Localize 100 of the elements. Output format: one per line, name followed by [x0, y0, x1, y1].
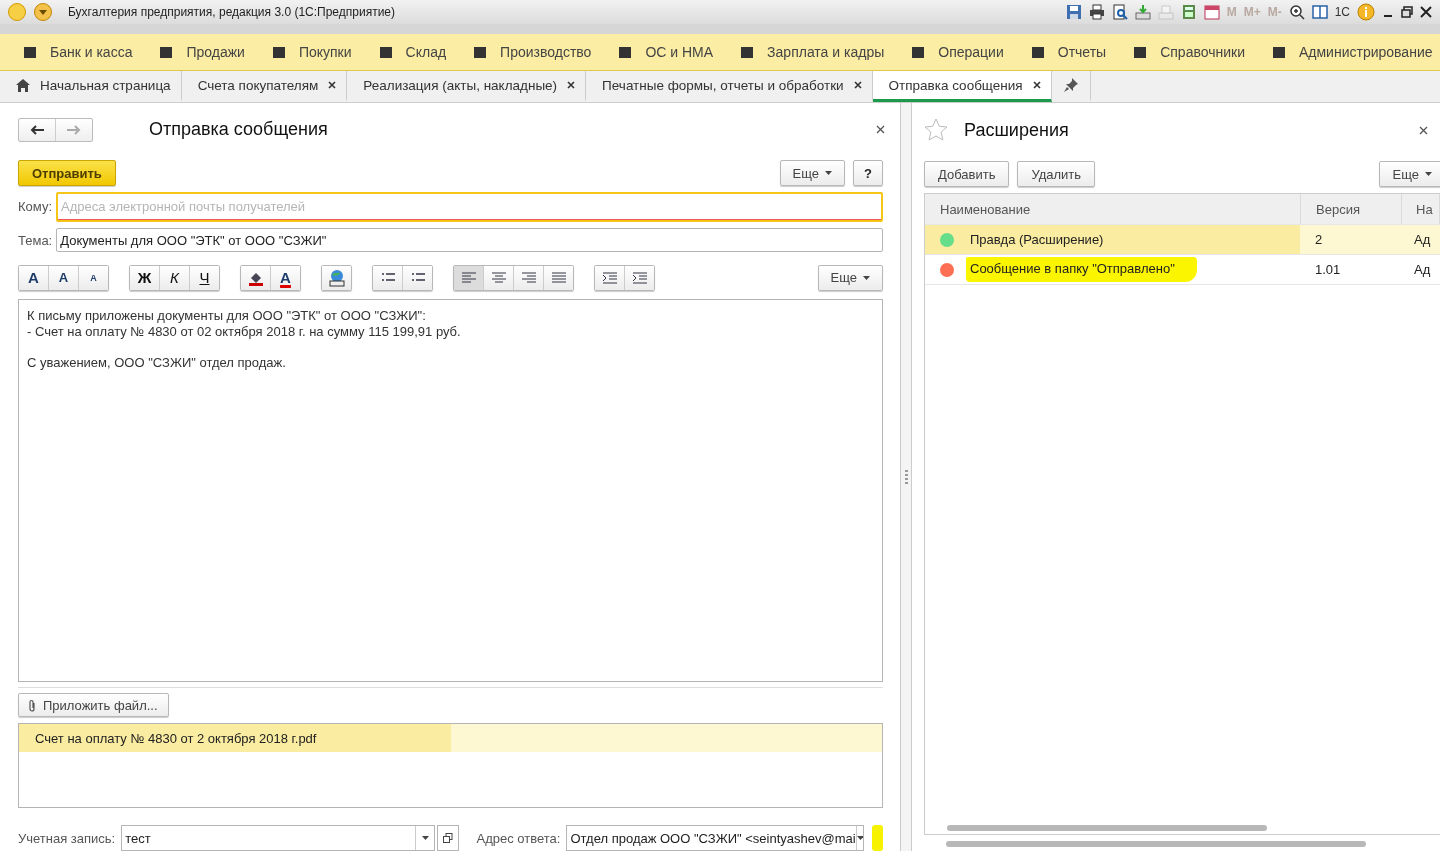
help-button[interactable]: ?	[853, 160, 883, 187]
table-cell-text: 1.01	[1314, 261, 1342, 279]
section-icon[interactable]	[270, 44, 287, 60]
section-link[interactable]: Покупки	[298, 44, 352, 60]
caret-icon	[39, 9, 47, 15]
format-button[interactable]	[241, 265, 271, 290]
window-title: Бухгалтерия предприятия, редакция 3.0 (1С:Предприятие)	[68, 5, 396, 19]
message-text: С уважением, ООО "СЗЖИ" отдел продаж.	[27, 354, 287, 371]
table-row[interactable]: Сообщение в папку "Отправлено" 1.01 Ад	[925, 255, 1440, 285]
section-link[interactable]: Банк и касса	[50, 44, 133, 60]
add-button[interactable]: Добавить	[924, 161, 1010, 187]
column-header[interactable]: Наименование	[925, 194, 1301, 224]
reply-address-field[interactable]: Отдел продаж ООО "СЗЖИ" <seintyashev@mai	[566, 825, 864, 851]
section-icon[interactable]	[910, 44, 927, 60]
tab[interactable]: Счета покупателям	[181, 71, 348, 102]
section-link[interactable]: Отчеты	[1057, 44, 1107, 60]
column-header[interactable]: На	[1402, 194, 1440, 224]
table-cell: Сообщение в папку "Отправлено"	[966, 257, 1197, 282]
print-icon[interactable]	[1088, 4, 1105, 20]
close-icon[interactable]	[853, 81, 862, 89]
tab[interactable]: Печатные формы, отчеты и обработки	[586, 71, 873, 102]
more-button[interactable]: Еще	[1378, 161, 1440, 187]
format-button[interactable]: A	[271, 265, 300, 290]
caret-icon	[1425, 172, 1432, 176]
splitter-handle[interactable]	[904, 470, 908, 484]
recipients-field[interactable]: Адреса электронной почты получателей	[56, 191, 883, 222]
restore-icon[interactable]	[1401, 6, 1413, 18]
save-icon[interactable]	[1065, 4, 1082, 20]
section-link[interactable]: Склад	[405, 44, 447, 60]
tab[interactable]: Отправка сообщения	[872, 71, 1052, 102]
panel-title: Расширения	[964, 119, 1069, 141]
caret-icon	[856, 836, 863, 840]
format-button[interactable]: Ж	[130, 265, 160, 290]
zoom-icon[interactable]	[1288, 4, 1305, 20]
section-icon[interactable]	[377, 44, 394, 60]
main-menu-button[interactable]	[34, 3, 52, 21]
info-icon[interactable]	[1357, 3, 1375, 21]
format-button[interactable]: A	[49, 265, 79, 290]
format-button[interactable]	[403, 265, 432, 290]
table-cell: 2	[1300, 225, 1400, 254]
pin-icon[interactable]	[1063, 78, 1078, 92]
section-link[interactable]: ОС и НМА	[645, 44, 714, 60]
star-icon[interactable]	[924, 118, 948, 142]
calendar-icon[interactable]	[1203, 4, 1220, 20]
table-cell: Ад	[1400, 225, 1440, 254]
close-icon[interactable]	[1420, 6, 1432, 18]
section-icon[interactable]	[158, 44, 175, 60]
subject-field[interactable]: Документы для ООО "ЭТК" от ООО "СЗЖИ"	[56, 228, 883, 253]
calculator-icon[interactable]	[1180, 4, 1197, 20]
preview-icon[interactable]	[1111, 4, 1128, 20]
message-text: К письму приложены документы для ООО "ЭТК" от ООО "СЗЖИ":	[27, 308, 427, 324]
align-left-icon	[461, 271, 476, 284]
section-icon[interactable]	[472, 44, 489, 60]
section-icon[interactable]	[22, 44, 38, 60]
tab[interactable]: Начальная страница	[0, 71, 182, 102]
delete-button[interactable]: Удалить	[1017, 161, 1096, 187]
section-icon[interactable]	[739, 44, 756, 60]
more-button[interactable]: Еще	[817, 264, 883, 291]
attachment-row[interactable]: Счет на оплату № 4830 от 2 октября 2018 г.pdf	[19, 724, 882, 753]
tab[interactable]: Реализация (акты, накладные)	[347, 71, 587, 102]
open-button[interactable]	[437, 825, 459, 851]
format-button[interactable]: Ч	[190, 265, 219, 290]
section-link[interactable]: Зарплата и кадры	[767, 44, 885, 60]
section-icon[interactable]	[1271, 44, 1287, 60]
upload-icon[interactable]	[1134, 4, 1151, 20]
format-button[interactable]: A	[19, 265, 49, 290]
close-icon[interactable]	[1032, 81, 1041, 89]
section-link[interactable]: Администрирование	[1299, 44, 1433, 60]
table-cell: Правда (Расширение)	[970, 232, 1104, 247]
section-link[interactable]: Производство	[500, 44, 592, 60]
section-icon[interactable]	[1132, 44, 1149, 60]
home-icon	[16, 78, 30, 92]
account-field[interactable]: тест	[121, 825, 436, 851]
panels-icon[interactable]	[1311, 4, 1328, 20]
section-icon[interactable]	[617, 44, 634, 60]
format-button[interactable]: К	[160, 265, 190, 290]
attach-file-button[interactable]: Приложить файл...	[18, 693, 169, 718]
outdent-icon	[632, 271, 647, 284]
section-link[interactable]: Продажи	[186, 44, 245, 60]
caret-icon	[825, 171, 832, 176]
format-button[interactable]: A	[79, 265, 108, 290]
more-button[interactable]: Еще	[779, 160, 845, 187]
field-label: Кому:	[18, 199, 52, 215]
close-icon[interactable]	[567, 81, 576, 89]
close-icon[interactable]	[876, 125, 885, 135]
caret-icon	[422, 836, 429, 840]
format-button[interactable]	[373, 265, 403, 290]
section-link[interactable]: Операции	[938, 44, 1004, 60]
send-button[interactable]: Отправить	[18, 160, 116, 187]
message-editor[interactable]: К письму приложены документы для ООО "ЭТК" от ООО "СЗЖИ": - Счет на оплату № 4830 от 02 октября 2018 г. на сумму 115 199,91 руб. С уважением, ООО "СЗЖИ" отдел продаж.	[18, 299, 883, 683]
field-label: Учетная запись:	[18, 830, 116, 846]
column-header[interactable]: Версия	[1301, 194, 1402, 224]
section-icon[interactable]	[1029, 44, 1046, 60]
close-icon[interactable]	[328, 81, 337, 89]
section-link[interactable]: Справочники	[1160, 44, 1245, 60]
message-text: - Счет на оплату № 4830 от 02 октября 2018 г. на сумму 115 199,91 руб.	[27, 323, 462, 340]
user-button[interactable]: 1С	[1334, 5, 1350, 19]
paperclip-icon	[27, 698, 37, 712]
table-cell-text: Ад	[1413, 261, 1432, 279]
close-icon[interactable]	[1419, 125, 1428, 135]
